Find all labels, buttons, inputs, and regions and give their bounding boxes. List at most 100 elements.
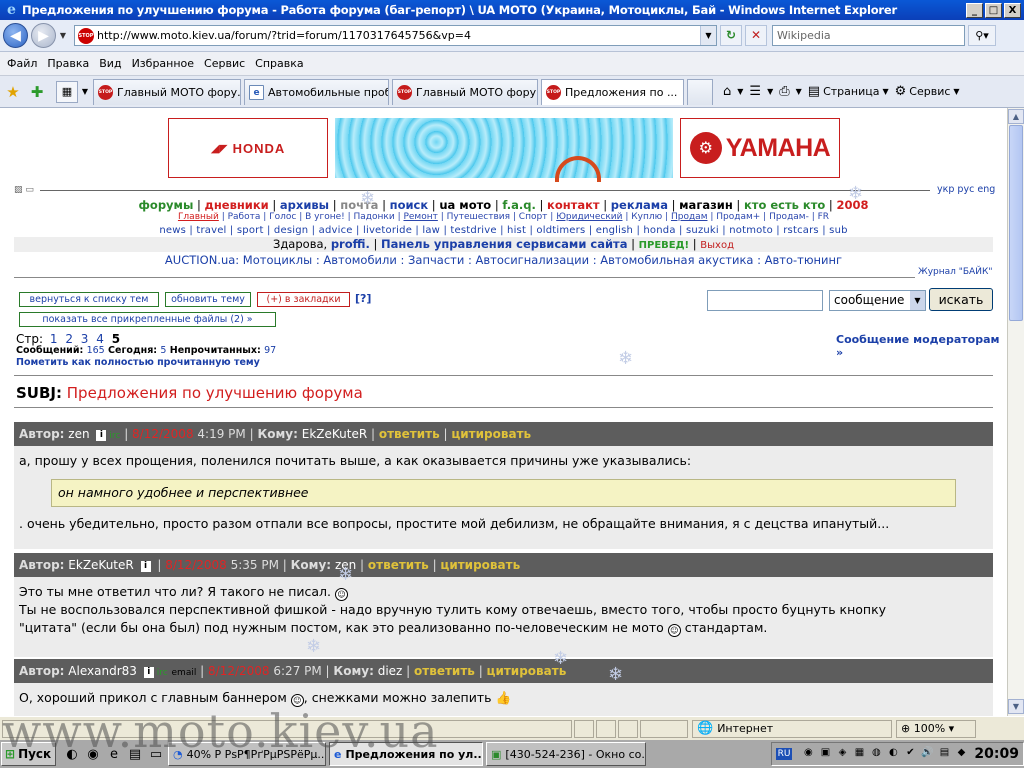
search-go-icon[interactable]: ⚲▾ (968, 25, 996, 46)
menu-help[interactable]: Справка (255, 57, 303, 70)
tab-main-moto-forum-2[interactable]: STOP Главный МОТО фору... (392, 78, 538, 105)
search-input[interactable]: Wikipedia (772, 25, 965, 46)
home-button[interactable]: ⌂ ▼ (723, 84, 743, 99)
blog-suzuki[interactable]: suzuki (686, 225, 719, 236)
taskbar-chat-window[interactable]: ▣ [430-524-236] - Окно со... (486, 742, 646, 766)
section-sell-plus[interactable]: Продам+ (716, 212, 760, 222)
post-author[interactable]: EkZeKuteR (68, 558, 133, 572)
tab-main-moto-forum-1[interactable]: STOP Главный МОТО фору... (93, 78, 241, 105)
nav-search[interactable]: поиск (390, 198, 429, 212)
blog-testdrive[interactable]: testdrive (450, 225, 496, 236)
user-info-icon[interactable]: i (96, 430, 107, 441)
address-bar[interactable]: STOP http://www.moto.kiev.ua/forum/?trid… (74, 25, 717, 46)
post-author[interactable]: zen (68, 427, 89, 441)
section-voice[interactable]: Голос (269, 212, 296, 222)
page-menu[interactable]: ▤ Страница ▼ (808, 84, 889, 99)
mark-read-link[interactable]: Пометить как полностью прочитанную тему (16, 357, 260, 368)
tray-icon[interactable]: ▣ (818, 747, 832, 761)
language-indicator[interactable]: RU (775, 748, 793, 760)
reply-link[interactable]: ответить (414, 664, 475, 678)
blog-hist[interactable]: hist (507, 225, 526, 236)
section-sell-minus[interactable]: Продам- (769, 212, 809, 222)
blog-notmoto[interactable]: notmoto (729, 225, 773, 236)
main-banner[interactable] (335, 118, 673, 182)
message-moderators-link[interactable]: Сообщение модераторам » (836, 333, 1007, 359)
page-link-3[interactable]: 3 (81, 332, 90, 346)
history-dropdown-icon[interactable]: ▼ (58, 31, 68, 40)
post-recipient[interactable]: diez (378, 664, 403, 678)
nav-contact[interactable]: контакт (547, 198, 600, 212)
tray-icon[interactable]: ▤ (937, 747, 951, 761)
blog-advice[interactable]: advice (319, 225, 353, 236)
section-travel[interactable]: Путешествия (447, 212, 510, 222)
nav-ua-moto[interactable]: ua мото (439, 198, 491, 212)
layout-toggle-icons[interactable]: ▨ ▭ (14, 185, 34, 195)
nav-shop[interactable]: магазин (679, 198, 733, 212)
add-bookmark-button[interactable]: (+) в закладки (257, 292, 350, 307)
blog-english[interactable]: english (596, 225, 633, 236)
stop-icon[interactable]: ✕ (745, 25, 767, 46)
honda-banner[interactable]: ◢◤ HONDA (168, 118, 328, 178)
new-tab-button[interactable] (687, 78, 713, 105)
vertical-scrollbar[interactable]: ▲ ▼ (1007, 108, 1024, 716)
blog-livetoride[interactable]: livetoride (363, 225, 412, 236)
close-window-button[interactable]: X (1004, 2, 1021, 18)
tray-icon[interactable]: ◆ (954, 747, 968, 761)
tab-list-dropdown-icon[interactable]: ▼ (80, 87, 90, 96)
tools-menu[interactable]: ⚙ Сервис ▼ (895, 84, 960, 99)
forum-search-input[interactable] (707, 290, 823, 311)
section-sell[interactable]: Продам (671, 212, 708, 222)
feeds-button[interactable]: ☰ ▼ (749, 84, 773, 99)
section-fr[interactable]: FR (818, 212, 829, 222)
journal-link[interactable]: Журнал "БАЙК" (918, 267, 992, 277)
forward-button[interactable]: ▶ (31, 23, 56, 48)
username-link[interactable]: proffi. (331, 237, 370, 251)
lang-rus[interactable]: рус (957, 184, 974, 195)
menu-file[interactable]: Файл (7, 57, 37, 70)
lang-ukr[interactable]: укр (937, 184, 954, 195)
minimize-button[interactable]: _ (966, 2, 983, 18)
section-main[interactable]: Главный (178, 212, 219, 222)
scroll-thumb[interactable] (1009, 125, 1023, 321)
page-link-2[interactable]: 2 (65, 332, 74, 346)
back-to-topics-button[interactable]: вернуться к списку тем (19, 292, 159, 307)
menu-edit[interactable]: Правка (47, 57, 89, 70)
refresh-topic-button[interactable]: обновить тему (165, 292, 251, 307)
volume-icon[interactable]: 🔊 (920, 747, 934, 761)
section-repair[interactable]: Ремонт (403, 212, 437, 222)
control-panel-link[interactable]: Панель управления сервисами сайта (381, 237, 627, 251)
blog-oldtimers[interactable]: oldtimers (536, 225, 585, 236)
address-url[interactable]: http://www.moto.kiev.ua/forum/?trid=foru… (97, 29, 700, 42)
nav-faq[interactable]: f.a.q. (502, 198, 535, 212)
page-link-4[interactable]: 4 (96, 332, 105, 346)
clock[interactable]: 20:09 (974, 746, 1019, 762)
address-dropdown-icon[interactable]: ▼ (700, 26, 716, 45)
popup-blocker-icon[interactable] (640, 719, 688, 738)
blog-travel[interactable]: travel (196, 225, 226, 236)
menu-view[interactable]: Вид (99, 57, 121, 70)
refresh-icon[interactable]: ↻ (720, 25, 742, 46)
tab-forum-suggestions[interactable]: STOP Предложения по ... ✕ (541, 78, 684, 105)
tray-icon[interactable]: ▦ (852, 747, 866, 761)
quick-tabs-icon[interactable]: ▦ (56, 80, 78, 103)
blog-sport[interactable]: sport (237, 225, 264, 236)
logout-link[interactable]: Выход (700, 240, 734, 251)
show-attachments-button[interactable]: показать все прикрепленные файлы (2) » (19, 312, 276, 327)
section-padonki[interactable]: Падонки (354, 212, 395, 222)
reply-link[interactable]: ответить (379, 427, 440, 441)
scroll-down-icon[interactable]: ▼ (1008, 699, 1024, 714)
nav-forums[interactable]: форумы (139, 198, 194, 212)
quote-link[interactable]: цитировать (440, 558, 520, 572)
tab-auto-problems[interactable]: e Автомобильные проб... (244, 78, 389, 105)
zoom-level[interactable]: ⊕ 100% ▾ (896, 719, 976, 738)
security-zone[interactable]: 🌐 Интернет (692, 719, 892, 738)
auction-links[interactable]: AUCTION.ua: Мотоциклы : Автомобили : Зап… (0, 253, 1007, 267)
tray-icon[interactable]: ✔ (903, 747, 917, 761)
user-info-icon[interactable]: i (143, 667, 154, 678)
scroll-up-icon[interactable]: ▲ (1008, 109, 1024, 124)
quote-link[interactable]: цитировать (451, 427, 531, 441)
section-sport[interactable]: Спорт (519, 212, 548, 222)
post-recipient[interactable]: EkZeKuteR (302, 427, 367, 441)
blog-law[interactable]: law (422, 225, 440, 236)
search-button[interactable]: искать (929, 288, 993, 311)
